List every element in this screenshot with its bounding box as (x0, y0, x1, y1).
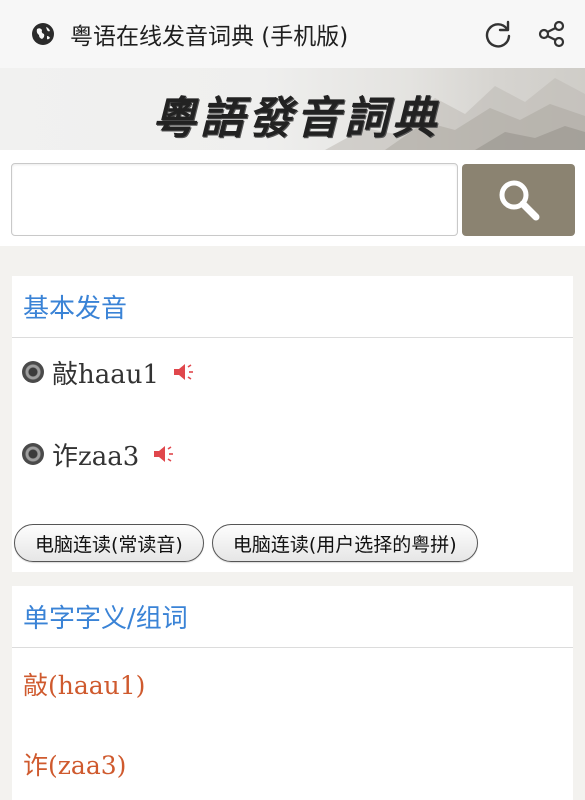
character: 诈 (52, 441, 79, 472)
app-title: 粤语在线发音词典 (手机版) (70, 24, 349, 50)
share-button[interactable] (535, 17, 569, 51)
pronunciation-text: 敲haau1 (52, 354, 159, 391)
jyutping: haau1 (78, 359, 160, 390)
section-title: 单字字义/组词 (23, 604, 188, 634)
character: 敲 (52, 359, 79, 390)
basic-pronunciation-card: 基本发音 敲haau1 诈zaa3 电脑连读(常读音) 电脑连读(用户选择的粤拼… (12, 276, 573, 572)
site-banner: 粵語發音詞典 (0, 68, 585, 150)
pronunciation-row: 诈zaa3 (22, 436, 177, 472)
read-aloud-buttons: 电脑连读(常读音) 电脑连读(用户选择的粤拼) (14, 524, 486, 562)
section-header: 基本发音 (12, 276, 573, 338)
section-header: 单字字义/组词 (12, 586, 573, 648)
word-link[interactable]: 诈(zaa3) (23, 746, 126, 782)
word-meaning-card: 单字字义/组词 敲(haau1) 诈(zaa3) (12, 586, 573, 800)
search-input[interactable] (11, 163, 458, 236)
search-icon (499, 180, 539, 221)
search-bar (0, 150, 585, 246)
refresh-button[interactable] (481, 17, 515, 51)
share-icon (538, 20, 565, 48)
speaker-icon[interactable] (171, 359, 197, 385)
app-bar: 粤语在线发音词典 (手机版) (0, 0, 585, 68)
jyutping: zaa3 (78, 441, 140, 472)
globe-icon (32, 23, 54, 45)
read-common-button[interactable]: 电脑连读(常读音) (14, 524, 204, 562)
speaker-icon[interactable] (151, 441, 177, 467)
radio-button[interactable] (22, 443, 44, 465)
refresh-icon (485, 20, 511, 48)
word-link[interactable]: 敲(haau1) (23, 666, 145, 702)
section-title: 基本发音 (23, 294, 128, 324)
search-button[interactable] (462, 164, 575, 236)
pronunciation-text: 诈zaa3 (52, 436, 139, 473)
pronunciation-row: 敲haau1 (22, 354, 197, 390)
read-selected-button[interactable]: 电脑连读(用户选择的粤拼) (211, 524, 478, 562)
banner-calligraphy: 粵語發音詞典 (152, 93, 440, 144)
radio-button[interactable] (22, 361, 44, 383)
